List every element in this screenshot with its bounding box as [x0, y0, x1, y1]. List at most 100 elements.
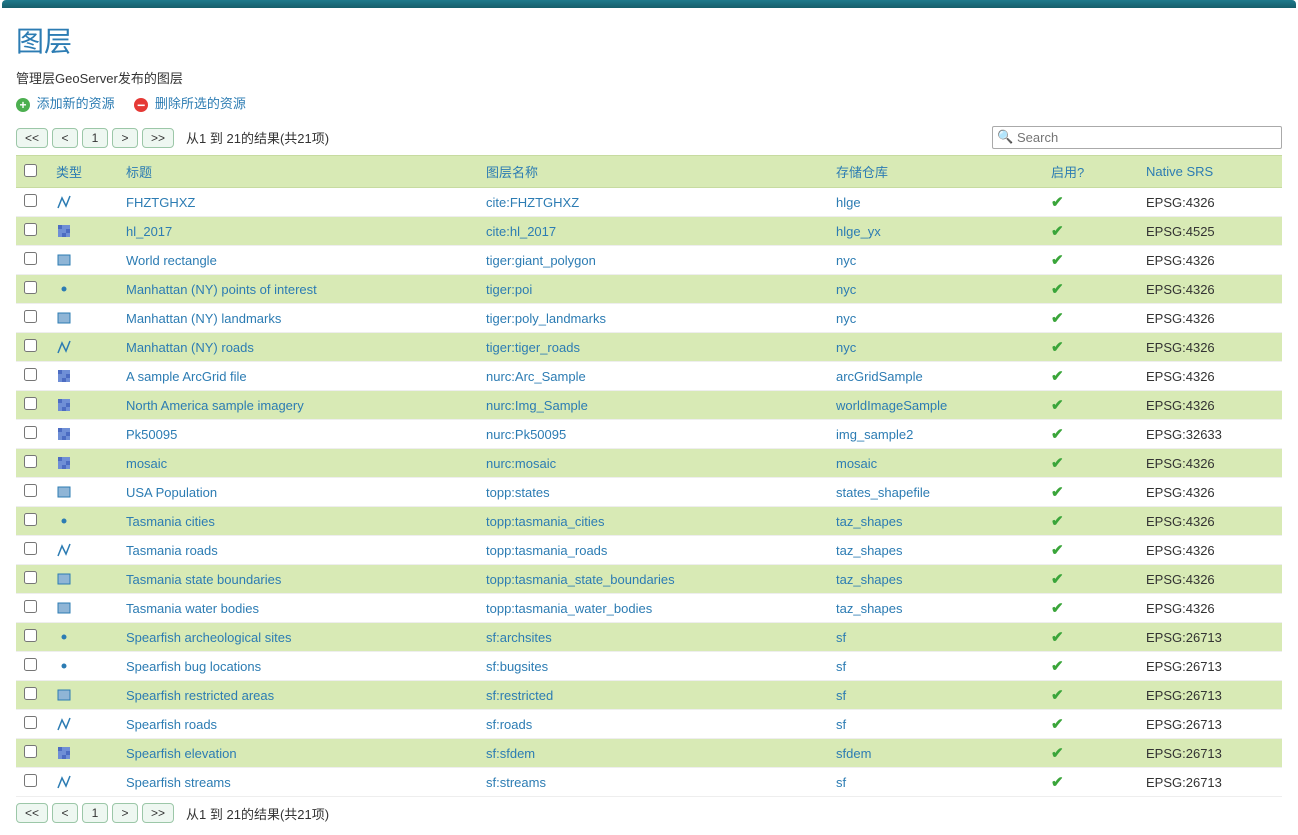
layer-name-link[interactable]: nurc:Pk50095	[486, 427, 566, 442]
layer-store-link[interactable]: hlge	[836, 195, 861, 210]
layer-title-link[interactable]: Manhattan (NY) roads	[126, 340, 254, 355]
layer-title-link[interactable]: USA Population	[126, 485, 217, 500]
row-checkbox[interactable]	[24, 745, 37, 758]
layer-store-link[interactable]: sf	[836, 630, 846, 645]
row-checkbox[interactable]	[24, 310, 37, 323]
layer-name-link[interactable]: cite:hl_2017	[486, 224, 556, 239]
pager-first-button[interactable]: <<	[16, 803, 48, 823]
layer-title-link[interactable]: Manhattan (NY) landmarks	[126, 311, 281, 326]
layer-title-link[interactable]: Tasmania state boundaries	[126, 572, 281, 587]
add-resource-link[interactable]: + 添加新的资源	[16, 96, 118, 111]
row-checkbox[interactable]	[24, 629, 37, 642]
pager-next-button[interactable]: >	[112, 128, 138, 148]
row-checkbox[interactable]	[24, 542, 37, 555]
layer-name-link[interactable]: nurc:Img_Sample	[486, 398, 588, 413]
pager-last-button[interactable]: >>	[142, 128, 174, 148]
layer-name-link[interactable]: cite:FHZTGHXZ	[486, 195, 579, 210]
layer-store-link[interactable]: nyc	[836, 253, 856, 268]
layer-title-link[interactable]: Tasmania roads	[126, 543, 218, 558]
layer-store-link[interactable]: arcGridSample	[836, 369, 923, 384]
layer-name-link[interactable]: topp:tasmania_roads	[486, 543, 607, 558]
row-checkbox[interactable]	[24, 426, 37, 439]
layer-name-link[interactable]: tiger:poly_landmarks	[486, 311, 606, 326]
layer-title-link[interactable]: A sample ArcGrid file	[126, 369, 247, 384]
layer-store-link[interactable]: sf	[836, 717, 846, 732]
layer-name-link[interactable]: sf:sfdem	[486, 746, 535, 761]
layer-store-link[interactable]: taz_shapes	[836, 514, 903, 529]
remove-resource-link[interactable]: − 删除所选的资源	[134, 96, 246, 111]
layer-name-link[interactable]: sf:streams	[486, 775, 546, 790]
row-checkbox[interactable]	[24, 484, 37, 497]
layer-name-link[interactable]: sf:archsites	[486, 630, 552, 645]
search-input[interactable]	[992, 126, 1282, 149]
layer-store-link[interactable]: taz_shapes	[836, 601, 903, 616]
layer-store-link[interactable]: img_sample2	[836, 427, 913, 442]
row-checkbox[interactable]	[24, 658, 37, 671]
header-store[interactable]: 存储仓库	[836, 165, 888, 180]
pager-last-button[interactable]: >>	[142, 803, 174, 823]
pager-page-button[interactable]: 1	[82, 128, 108, 148]
row-checkbox[interactable]	[24, 455, 37, 468]
row-checkbox[interactable]	[24, 774, 37, 787]
layer-store-link[interactable]: sf	[836, 688, 846, 703]
row-checkbox[interactable]	[24, 600, 37, 613]
layer-store-link[interactable]: states_shapefile	[836, 485, 930, 500]
layer-title-link[interactable]: Tasmania cities	[126, 514, 215, 529]
header-type[interactable]: 类型	[56, 165, 82, 180]
layer-title-link[interactable]: Spearfish restricted areas	[126, 688, 274, 703]
layer-title-link[interactable]: Manhattan (NY) points of interest	[126, 282, 317, 297]
layer-title-link[interactable]: Spearfish bug locations	[126, 659, 261, 674]
layer-store-link[interactable]: mosaic	[836, 456, 877, 471]
layer-name-link[interactable]: tiger:giant_polygon	[486, 253, 596, 268]
layer-title-link[interactable]: hl_2017	[126, 224, 172, 239]
pager-page-button[interactable]: 1	[82, 803, 108, 823]
row-checkbox[interactable]	[24, 194, 37, 207]
layer-title-link[interactable]: Spearfish roads	[126, 717, 217, 732]
layer-store-link[interactable]: taz_shapes	[836, 572, 903, 587]
layer-store-link[interactable]: sfdem	[836, 746, 871, 761]
row-checkbox[interactable]	[24, 571, 37, 584]
layer-store-link[interactable]: nyc	[836, 282, 856, 297]
layer-name-link[interactable]: topp:tasmania_water_bodies	[486, 601, 652, 616]
layer-title-link[interactable]: Spearfish streams	[126, 775, 231, 790]
pager-next-button[interactable]: >	[112, 803, 138, 823]
layer-name-link[interactable]: nurc:mosaic	[486, 456, 556, 471]
layer-name-link[interactable]: tiger:poi	[486, 282, 532, 297]
layer-name-link[interactable]: topp:tasmania_state_boundaries	[486, 572, 675, 587]
header-name[interactable]: 图层名称	[486, 165, 538, 180]
layer-store-link[interactable]: hlge_yx	[836, 224, 881, 239]
layer-store-link[interactable]: taz_shapes	[836, 543, 903, 558]
row-checkbox[interactable]	[24, 513, 37, 526]
layer-title-link[interactable]: Tasmania water bodies	[126, 601, 259, 616]
row-checkbox[interactable]	[24, 252, 37, 265]
layer-store-link[interactable]: sf	[836, 775, 846, 790]
row-checkbox[interactable]	[24, 339, 37, 352]
layer-store-link[interactable]: nyc	[836, 311, 856, 326]
layer-store-link[interactable]: sf	[836, 659, 846, 674]
layer-title-link[interactable]: North America sample imagery	[126, 398, 304, 413]
pager-prev-button[interactable]: <	[52, 803, 78, 823]
layer-title-link[interactable]: Spearfish elevation	[126, 746, 237, 761]
layer-name-link[interactable]: sf:roads	[486, 717, 532, 732]
header-enabled[interactable]: 启用?	[1051, 165, 1084, 180]
layer-name-link[interactable]: topp:tasmania_cities	[486, 514, 605, 529]
row-checkbox[interactable]	[24, 368, 37, 381]
row-checkbox[interactable]	[24, 397, 37, 410]
layer-store-link[interactable]: nyc	[836, 340, 856, 355]
layer-title-link[interactable]: World rectangle	[126, 253, 217, 268]
layer-name-link[interactable]: sf:bugsites	[486, 659, 548, 674]
layer-title-link[interactable]: FHZTGHXZ	[126, 195, 195, 210]
row-checkbox[interactable]	[24, 223, 37, 236]
layer-name-link[interactable]: nurc:Arc_Sample	[486, 369, 586, 384]
pager-first-button[interactable]: <<	[16, 128, 48, 148]
layer-store-link[interactable]: worldImageSample	[836, 398, 947, 413]
row-checkbox[interactable]	[24, 687, 37, 700]
row-checkbox[interactable]	[24, 281, 37, 294]
layer-title-link[interactable]: mosaic	[126, 456, 167, 471]
layer-title-link[interactable]: Spearfish archeological sites	[126, 630, 291, 645]
pager-prev-button[interactable]: <	[52, 128, 78, 148]
select-all-checkbox[interactable]	[24, 164, 37, 177]
header-title[interactable]: 标题	[126, 165, 152, 180]
layer-name-link[interactable]: topp:states	[486, 485, 550, 500]
layer-name-link[interactable]: sf:restricted	[486, 688, 553, 703]
